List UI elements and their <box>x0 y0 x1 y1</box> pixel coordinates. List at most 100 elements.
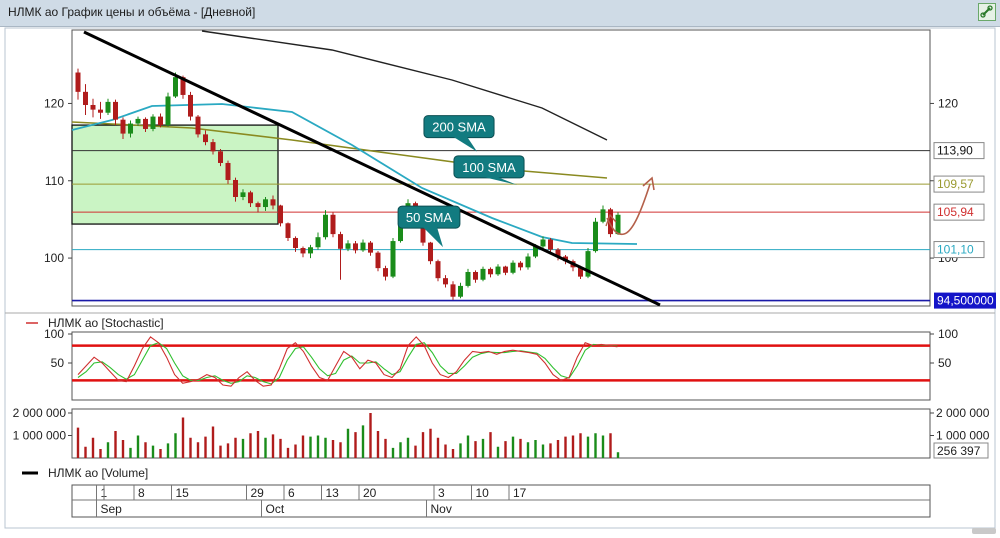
candle-body <box>105 101 111 113</box>
price-level-label: 94,500000 <box>937 294 994 308</box>
candle-body <box>330 214 336 235</box>
volume-bar <box>376 431 380 458</box>
candle-body <box>593 221 598 252</box>
volume-bar <box>181 417 185 458</box>
sma-callout-label: 200 SMA <box>432 120 486 135</box>
volume-bar <box>541 444 545 458</box>
link-icon[interactable] <box>978 3 996 21</box>
day-label: 10 <box>476 486 490 500</box>
day-label: 20 <box>363 486 377 500</box>
candle-body <box>360 242 366 251</box>
volume-bar <box>106 442 110 458</box>
candle-body <box>263 199 268 208</box>
stoch-tick-label-left: 100 <box>44 327 64 341</box>
volume-bar <box>361 425 365 458</box>
volume-bar <box>459 443 462 458</box>
candle-body <box>315 237 321 248</box>
volume-bar <box>436 437 440 458</box>
volume-bar <box>256 431 260 458</box>
candle-body <box>368 242 373 253</box>
day-label: 3 <box>438 486 445 500</box>
candle-body <box>120 119 126 134</box>
volume-bar <box>316 435 320 458</box>
chart-canvas[interactable]: 120120110110100100113,90109,57105,94101,… <box>0 26 1000 538</box>
candle-body <box>90 104 96 110</box>
volume-tick-label-left: 1 000 000 <box>13 429 67 443</box>
day-label: 6 <box>288 486 295 500</box>
candle-body <box>98 109 103 113</box>
window-title: НЛМК ао График цены и объёма - [Дневной] <box>8 5 256 19</box>
chart-window: НЛМК ао График цены и объёма - [Дневной]… <box>0 0 1000 538</box>
volume-bar <box>474 441 477 458</box>
volume-bar <box>556 440 560 458</box>
volume-bar <box>144 442 147 458</box>
candle-body <box>443 278 448 285</box>
sma-callout-label: 50 SMA <box>406 210 453 225</box>
price-level-label: 113,90 <box>937 144 973 158</box>
volume-bar <box>496 446 500 458</box>
volume-bar <box>384 438 387 458</box>
volume-bar <box>249 433 252 458</box>
candle-body <box>143 118 148 129</box>
candle-body <box>173 77 178 97</box>
stoch-tick-label-left: 50 <box>51 356 65 370</box>
resize-grip[interactable] <box>972 528 996 534</box>
volume-bar <box>309 436 312 458</box>
month-label: Oct <box>266 502 285 516</box>
candle-body <box>165 96 171 126</box>
volume-bar <box>601 435 605 458</box>
month-label: Sep <box>101 502 123 516</box>
volume-bar <box>129 447 132 458</box>
title-bar: НЛМК ао График цены и объёма - [Дневной] <box>0 0 1000 27</box>
volume-bar <box>301 435 305 458</box>
candle-body <box>128 123 133 134</box>
volume-bar <box>451 449 455 458</box>
volume-bar <box>136 435 140 458</box>
candle-body <box>113 101 118 120</box>
candle-body <box>338 234 343 249</box>
candle-body <box>233 179 238 197</box>
candle-body <box>465 271 471 286</box>
day-label: 13 <box>326 486 340 500</box>
day-label: 8 <box>138 486 145 500</box>
volume-bar <box>174 433 177 458</box>
price-level-label: 101,10 <box>937 243 974 257</box>
candle-body <box>428 242 433 262</box>
volume-bar <box>616 452 620 458</box>
volume-bar <box>84 446 87 458</box>
candle-body <box>488 268 493 275</box>
volume-bar <box>399 442 402 458</box>
stoch-panel <box>71 331 931 401</box>
candle-body <box>473 271 478 280</box>
candle-body <box>255 203 261 208</box>
volume-bar <box>414 445 417 458</box>
day-label: 29 <box>251 486 265 500</box>
candle-body <box>285 223 291 238</box>
volume-bar <box>444 444 447 458</box>
candle-body <box>450 284 456 297</box>
volume-bar <box>481 438 485 458</box>
volume-tick-label-right: 1 000 000 <box>936 429 990 443</box>
stoch-legend-label: НЛМК ао [Stochastic] <box>48 316 164 330</box>
candle-body <box>458 285 463 297</box>
volume-bar <box>234 437 237 458</box>
candle-body <box>375 252 381 269</box>
volume-bar <box>226 443 230 458</box>
volume-bar <box>99 449 102 458</box>
stoch-tick-label-right: 50 <box>938 356 952 370</box>
candle-body <box>210 142 216 152</box>
candle-body <box>75 72 81 92</box>
candle-body <box>503 266 508 273</box>
volume-bar <box>511 436 515 458</box>
volume-tick-label-right: 2 000 000 <box>936 406 990 420</box>
volume-bar <box>204 436 207 458</box>
candle-body <box>158 116 163 126</box>
candle-body <box>390 241 396 277</box>
volume-bar <box>279 438 282 458</box>
volume-bar <box>504 441 507 458</box>
volume-bar <box>346 428 350 458</box>
volume-bar <box>609 433 612 458</box>
candle-body <box>525 256 531 268</box>
volume-bar <box>294 444 297 458</box>
price-level-label: 105,94 <box>937 205 974 219</box>
